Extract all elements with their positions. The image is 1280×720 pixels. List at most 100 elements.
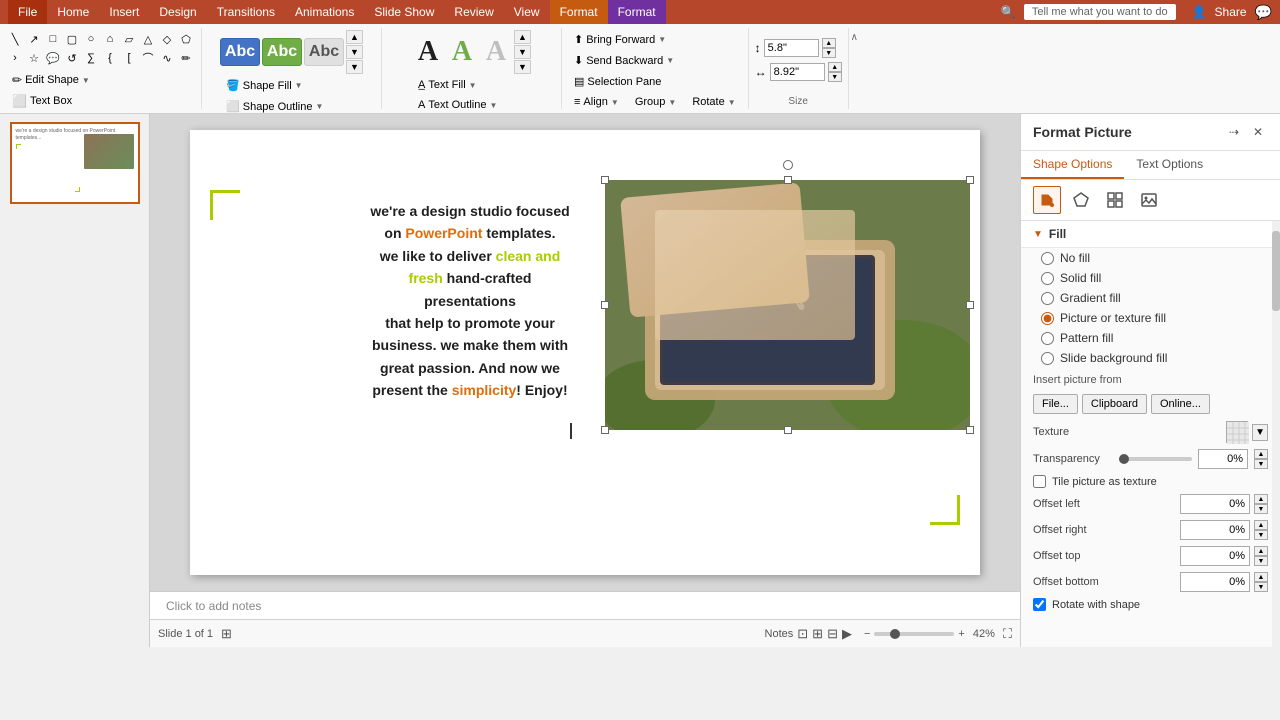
tile-checkbox[interactable] [1033,475,1046,488]
notes-area[interactable]: Click to add notes [150,591,1020,619]
shape-style-2[interactable]: Abc [262,38,302,66]
panel-tab-picture-icon[interactable] [1135,186,1163,214]
offset-left-down[interactable]: ▼ [1254,504,1268,514]
freeform-shape[interactable]: ✏ [177,49,195,67]
height-up[interactable]: ▲ [822,38,836,48]
transparency-value[interactable] [1198,449,1248,469]
view-slideshow-icon[interactable]: ▶ [842,626,852,642]
panel-tab-layout-icon[interactable] [1101,186,1129,214]
file-button[interactable]: File... [1033,394,1078,414]
tab-shape-options[interactable]: Shape Options [1021,151,1124,179]
align-button[interactable]: ≡ Align ▼ [568,93,625,111]
zoom-minus[interactable]: − [864,628,870,640]
wave-shape[interactable]: ∿ [158,49,176,67]
picture-texture-fill-radio[interactable] [1041,312,1054,325]
callout-shape[interactable]: 💬 [44,49,62,67]
gradient-fill-radio[interactable] [1041,292,1054,305]
transparency-down[interactable]: ▼ [1254,459,1268,469]
panel-tab-effects-icon[interactable] [1067,186,1095,214]
transparency-slider[interactable] [1119,457,1192,461]
panel-scrollbar-track[interactable] [1272,221,1280,647]
tab-format-2[interactable]: Format [608,0,666,24]
fill-section-header[interactable]: ▼ Fill [1021,221,1280,248]
notes-placeholder[interactable]: Click to add notes [166,599,261,613]
wordart-style-2[interactable]: A [446,36,478,68]
tab-insert[interactable]: Insert [99,0,149,24]
shape-styles-down[interactable]: ▼ [346,45,363,59]
rotate-button[interactable]: Rotate ▼ [686,93,741,111]
tab-animations[interactable]: Animations [285,0,364,24]
offset-left-input[interactable] [1180,494,1250,514]
offset-left-up[interactable]: ▲ [1254,494,1268,504]
share-button[interactable]: Share [1215,5,1247,19]
tab-transitions[interactable]: Transitions [207,0,285,24]
tab-format-1[interactable]: Format [550,0,608,24]
offset-bottom-input[interactable] [1180,572,1250,592]
formula-shape[interactable]: ∑ [82,49,100,67]
texture-preview[interactable] [1226,421,1248,443]
text-box-button[interactable]: ⬜ Text Box [6,91,78,111]
wordart-style-3[interactable]: A [480,36,512,68]
no-fill-radio[interactable] [1041,252,1054,265]
shape-style-1[interactable]: Abc [220,38,260,66]
rounded-rect-shape[interactable]: ▢ [63,30,81,48]
zoom-plus[interactable]: + [958,628,964,640]
curved-arrow-shape[interactable]: ↺ [63,49,81,67]
rect-shape[interactable]: □ [44,30,62,48]
send-backward-button[interactable]: ⬇ Send Backward ▼ [568,51,680,70]
clipboard-button[interactable]: Clipboard [1082,394,1147,414]
line-shape[interactable]: ╲ [6,30,24,48]
handle-middle-left[interactable] [601,301,609,309]
transparency-up[interactable]: ▲ [1254,449,1268,459]
slide-image-container[interactable] [605,180,970,430]
slide-canvas[interactable]: we're a design studio focused on PowerPo… [190,130,980,575]
wordart-styles-down[interactable]: ▼ [514,45,531,59]
solid-fill-radio[interactable] [1041,272,1054,285]
shape-styles-more[interactable]: ▼ [346,60,363,74]
tab-file[interactable]: File [8,0,47,24]
offset-bottom-up[interactable]: ▲ [1254,572,1268,582]
offset-top-up[interactable]: ▲ [1254,546,1268,556]
slide-thumbnail[interactable]: we're a design studio focused on PowerPo… [10,122,140,204]
text-fill-button[interactable]: A̲ Text Fill ▼ [412,76,483,94]
arrow-shape[interactable]: ↗ [25,30,43,48]
view-normal-icon[interactable]: ⊡ [797,626,808,642]
chevron-right-shape[interactable]: › [6,49,24,67]
online-button[interactable]: Online... [1151,394,1210,414]
handle-middle-right[interactable] [966,301,974,309]
pentagon-shape[interactable]: ⬠ [177,30,195,48]
pattern-fill-radio[interactable] [1041,332,1054,345]
height-input[interactable] [764,39,819,57]
view-grid-icon[interactable]: ⊞ [812,626,823,642]
panel-collapse-button[interactable]: ⇢ [1224,122,1244,142]
offset-top-down[interactable]: ▼ [1254,556,1268,566]
offset-right-down[interactable]: ▼ [1254,530,1268,540]
tab-slideshow[interactable]: Slide Show [364,0,444,24]
ribbon-collapse[interactable]: ∧ [849,28,860,109]
trapezoid-shape[interactable]: ⌂ [101,30,119,48]
comment-icon[interactable]: 💬 [1255,4,1272,21]
rotate-checkbox[interactable] [1033,598,1046,611]
search-placeholder[interactable]: Tell me what you want to do [1024,4,1176,20]
handle-bottom-center[interactable] [784,426,792,434]
offset-bottom-down[interactable]: ▼ [1254,582,1268,592]
texture-dropdown[interactable]: ▼ [1252,424,1268,441]
bring-forward-button[interactable]: ⬆ Bring Forward ▼ [568,30,672,49]
notes-button[interactable]: Notes [765,628,794,640]
width-down[interactable]: ▼ [828,72,842,82]
tab-home[interactable]: Home [47,0,99,24]
wordart-styles-up[interactable]: ▲ [514,30,531,44]
edit-shape-button[interactable]: ✏ Edit Shape ▼ [6,70,96,90]
shape-styles-up[interactable]: ▲ [346,30,363,44]
wordart-styles-more[interactable]: ▼ [514,60,531,74]
handle-top-right[interactable] [966,176,974,184]
fit-page-icon[interactable]: ⛶ [1003,626,1012,642]
canvas-area[interactable]: we're a design studio focused on PowerPo… [150,114,1020,591]
view-reading-icon[interactable]: ⊟ [827,626,838,642]
wordart-style-1[interactable]: A [412,36,444,68]
rotate-handle[interactable] [783,160,793,170]
tab-text-options[interactable]: Text Options [1124,151,1215,179]
offset-right-up[interactable]: ▲ [1254,520,1268,530]
handle-bottom-right[interactable] [966,426,974,434]
width-input[interactable] [770,63,825,81]
